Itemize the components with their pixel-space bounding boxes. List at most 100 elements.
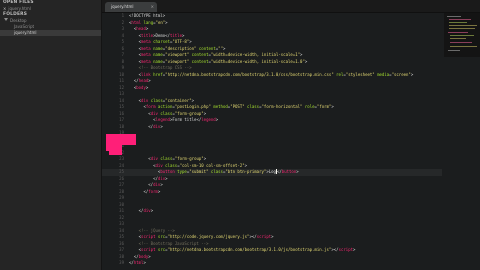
token: script xyxy=(256,234,272,239)
token: script xyxy=(141,234,156,239)
token: < xyxy=(129,156,151,161)
folder-item-jquery[interactable]: jquery.html xyxy=(0,30,101,36)
chevron-down-icon xyxy=(4,18,8,21)
token: > xyxy=(300,52,303,57)
open-file-label: jquery.html xyxy=(8,6,31,11)
token: < xyxy=(129,32,142,38)
token: < xyxy=(129,97,142,103)
token: media xyxy=(374,71,390,77)
token: body xyxy=(136,84,146,90)
token: name xyxy=(150,45,163,51)
token: > xyxy=(160,123,163,129)
folder-item-label: jquery.html xyxy=(14,30,37,35)
token: title xyxy=(141,32,154,38)
token: class xyxy=(208,169,223,174)
token: > xyxy=(165,19,168,25)
token: > xyxy=(203,110,207,116)
token: class xyxy=(162,162,178,168)
token: "viewport" xyxy=(165,58,190,64)
token: "http://code.jquery.com/jquery.js" xyxy=(167,234,250,239)
token: head xyxy=(138,78,149,83)
sidebar: OPEN FILES × jquery.html FOLDERS Desktop … xyxy=(0,0,102,270)
token: action xyxy=(155,104,173,109)
token: meta xyxy=(141,58,151,64)
token: > xyxy=(165,175,168,181)
token: < xyxy=(129,71,142,77)
token: title xyxy=(169,32,182,38)
token: < xyxy=(129,104,146,109)
token: meta xyxy=(141,45,151,51)
close-icon[interactable]: × xyxy=(151,2,154,12)
token: </ xyxy=(129,182,154,187)
token: head xyxy=(136,26,146,31)
token: "btn btn-primary" xyxy=(225,169,267,174)
token: button xyxy=(281,169,297,174)
tab-bar: jquery.html × xyxy=(102,0,480,13)
token: "http://netdna.bootstrapcdn.com/bootstra… xyxy=(167,247,332,252)
token: "postLogin.php" xyxy=(174,104,211,109)
highlight-block xyxy=(106,134,136,145)
token: > xyxy=(304,58,308,64)
token: > xyxy=(353,247,356,252)
token: "screen" xyxy=(391,71,411,77)
token: "viewport" xyxy=(165,52,190,57)
token: "stylesheet" xyxy=(345,71,375,77)
token: link xyxy=(141,71,151,77)
token: < xyxy=(129,234,142,239)
token: class xyxy=(157,110,173,116)
token: div xyxy=(143,208,151,213)
token: div xyxy=(150,110,158,116)
token: <!-- Bootstrap CSS --> xyxy=(129,65,192,70)
token: > xyxy=(222,45,226,51)
token: > xyxy=(145,84,149,90)
token: < xyxy=(129,247,142,252)
token: < xyxy=(129,45,142,51)
token: form xyxy=(145,104,156,109)
token: > xyxy=(157,188,161,194)
token: </ xyxy=(129,175,158,181)
token: "POST" xyxy=(230,104,245,109)
token: "width=device-width, initial-scale=1.0" xyxy=(210,58,305,64)
token: meta xyxy=(141,39,151,44)
token: < xyxy=(129,117,156,122)
token: > xyxy=(160,182,163,187)
token: method xyxy=(210,104,228,109)
token: class xyxy=(244,104,260,109)
token: content xyxy=(196,45,216,51)
token: button xyxy=(160,169,175,174)
token: < xyxy=(129,162,156,168)
token: > xyxy=(148,253,151,259)
token: > xyxy=(143,260,146,265)
tab-jquery-html[interactable]: jquery.html × xyxy=(105,2,157,12)
token: content xyxy=(189,58,209,64)
token: ></ xyxy=(331,247,339,252)
token: href xyxy=(150,71,163,77)
token: role xyxy=(302,104,315,109)
token: > xyxy=(145,26,149,31)
token: "col-sm-10 col-sm-offset-2" xyxy=(179,162,245,168)
token: <!DOCTYPE html> xyxy=(129,13,166,18)
token: form xyxy=(148,188,158,194)
token: "submit" xyxy=(189,169,209,174)
folder-label: Desktop xyxy=(10,18,27,23)
token: src xyxy=(155,247,166,252)
token: html xyxy=(131,19,142,25)
token: < xyxy=(129,58,142,64)
token: class xyxy=(148,97,163,103)
token: div xyxy=(150,156,158,161)
token: "container" xyxy=(165,97,192,103)
token: > xyxy=(215,117,219,122)
minimap[interactable] xyxy=(444,13,480,57)
token: src xyxy=(155,234,166,239)
token: < xyxy=(129,110,151,116)
close-icon[interactable]: × xyxy=(3,6,6,11)
token: > xyxy=(182,32,185,38)
code-line[interactable]: 39 </html> xyxy=(102,260,442,267)
token: </ xyxy=(129,78,139,83)
token: "description" xyxy=(165,45,197,51)
token: ></ xyxy=(249,234,257,239)
code-editor[interactable]: 1 <!DOCTYPE html> 2 <html lang="en"> 3 <head… xyxy=(102,13,442,270)
token: > xyxy=(410,71,414,77)
token: </ xyxy=(129,208,144,213)
token: rel xyxy=(333,71,344,77)
